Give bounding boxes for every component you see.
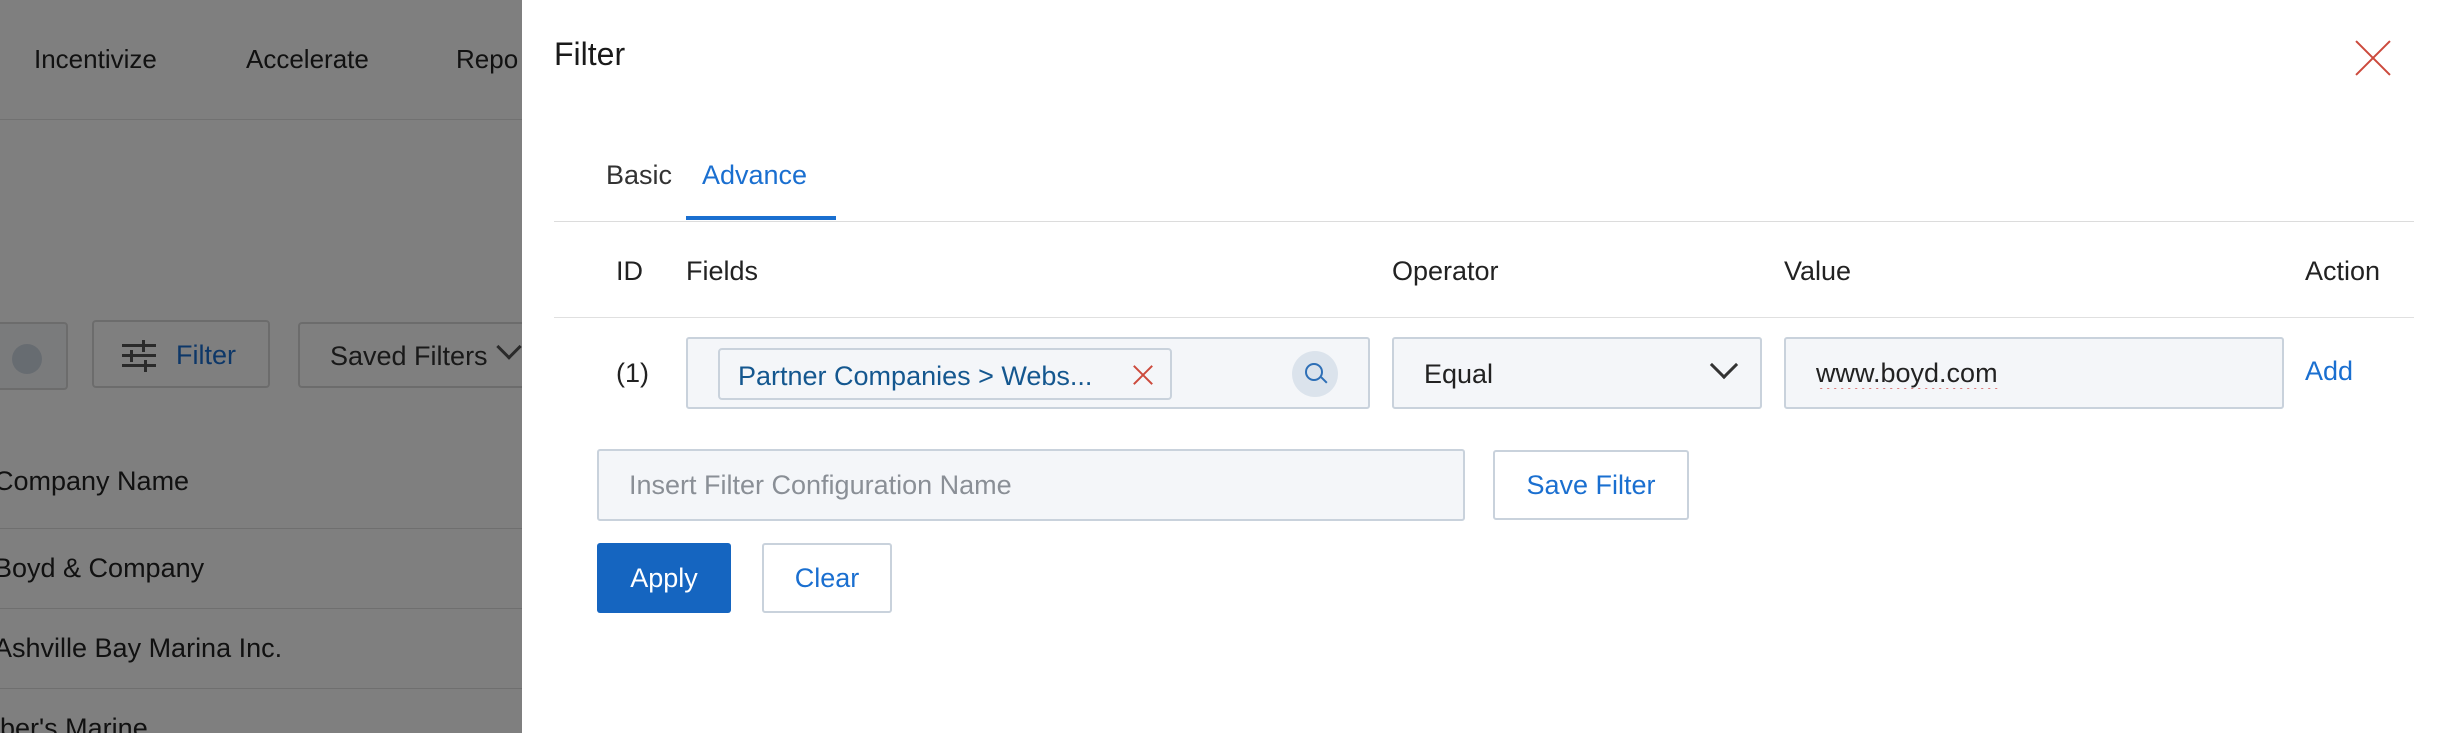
- add-link[interactable]: Add: [2305, 356, 2353, 387]
- field-chip: Partner Companies > Webs...: [718, 348, 1172, 400]
- save-filter-button[interactable]: Save Filter: [1493, 450, 1689, 520]
- filter-tabs: Basic Advance: [554, 150, 2414, 222]
- remove-chip-icon[interactable]: [1132, 364, 1154, 386]
- tab-basic[interactable]: Basic: [606, 160, 672, 191]
- chevron-down-icon: [1709, 350, 1739, 380]
- active-tab-indicator: [686, 216, 836, 220]
- clear-button[interactable]: Clear: [762, 543, 892, 613]
- field-search-button[interactable]: [1292, 351, 1338, 397]
- fields-selector[interactable]: Partner Companies > Webs...: [686, 337, 1370, 409]
- operator-select[interactable]: Equal: [1392, 337, 1762, 409]
- column-header-id: ID: [616, 256, 643, 286]
- column-header-fields: Fields: [686, 256, 759, 286]
- apply-button[interactable]: Apply: [597, 543, 731, 613]
- tab-advance[interactable]: Advance: [702, 160, 807, 191]
- column-header-value: Value: [1784, 256, 1852, 286]
- field-chip-label: Partner Companies > Webs...: [738, 361, 1093, 391]
- panel-title: Filter: [554, 36, 626, 72]
- column-header-operator: Operator: [1392, 256, 1499, 286]
- close-icon[interactable]: [2354, 40, 2392, 78]
- row-id: (1): [616, 358, 649, 388]
- header-divider: [554, 317, 2414, 318]
- filter-config-name-input[interactable]: [597, 449, 1465, 521]
- value-input[interactable]: [1784, 337, 2284, 409]
- filter-panel: Filter Basic Advance ID Fields Operator …: [522, 0, 2442, 733]
- operator-value: Equal: [1424, 359, 1494, 389]
- column-header-action: Action: [2305, 256, 2381, 286]
